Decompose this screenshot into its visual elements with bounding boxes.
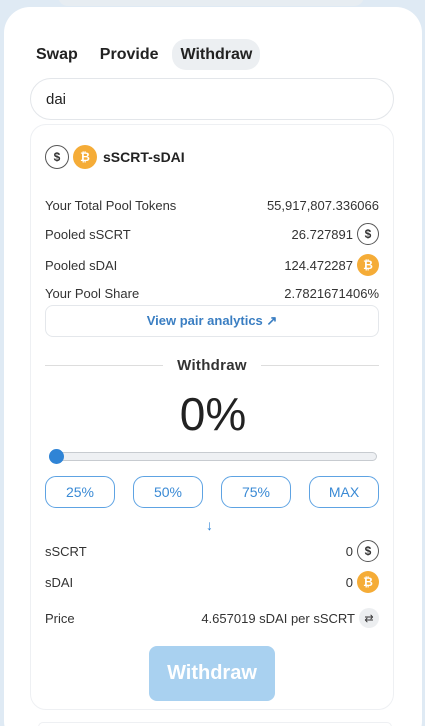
total-tokens-label: Your Total Pool Tokens	[45, 197, 177, 213]
quick-percent-buttons: 25% 50% 75% MAX	[45, 476, 379, 508]
search-input[interactable]	[30, 78, 394, 120]
dai-coin-icon: ₿	[73, 145, 97, 169]
withdraw-heading: Withdraw	[177, 356, 247, 374]
swap-direction-icon[interactable]: ⇄	[359, 608, 379, 628]
receive-scrt-label: sSCRT	[45, 543, 87, 559]
slider-thumb[interactable]	[49, 449, 64, 464]
tab-bar: Swap Provide Withdraw	[28, 39, 261, 71]
pooled-dai-label: Pooled sDAI	[45, 257, 118, 273]
dai-coin-icon: ₿	[357, 254, 379, 276]
pooled-scrt-label: Pooled sSCRT	[45, 226, 131, 242]
percent-50-button[interactable]: 50%	[133, 476, 203, 508]
receive-dai-row: sDAI 0 ₿	[45, 570, 379, 594]
top-bar	[58, 0, 364, 6]
pair-header: $ ₿ sSCRT-sDAI	[45, 145, 185, 169]
tab-withdraw[interactable]: Withdraw	[172, 39, 261, 70]
withdraw-divider: Withdraw	[45, 354, 380, 376]
pooled-scrt-row: Pooled sSCRT 26.727891 $	[45, 222, 379, 246]
pool-share-value: 2.7821671406%	[284, 285, 379, 301]
view-pair-analytics-link[interactable]: View pair analytics ↗	[45, 305, 379, 337]
pool-card: Swap Provide Withdraw $ ₿ sSCRT-sDAI You…	[4, 7, 422, 726]
pooled-scrt-value: 26.727891	[291, 226, 353, 242]
pooled-dai-value: 124.472287	[284, 257, 353, 273]
receive-scrt-value: 0	[345, 543, 353, 559]
withdraw-percent: 0%	[179, 388, 247, 440]
receive-dai-value: 0	[345, 574, 353, 590]
divider-line	[260, 364, 380, 366]
withdraw-slider[interactable]	[49, 447, 377, 466]
receive-dai-label: sDAI	[45, 574, 74, 590]
scrt-coin-icon: $	[45, 145, 69, 169]
price-label: Price	[45, 610, 75, 626]
pool-share-label: Your Pool Share	[45, 285, 140, 301]
slider-track[interactable]	[49, 452, 377, 461]
pool-share-row: Your Pool Share 2.7821671406%	[45, 281, 379, 305]
total-tokens-value: 55,917,807.336066	[266, 197, 379, 213]
percent-75-button[interactable]: 75%	[221, 476, 291, 508]
max-button[interactable]: MAX	[309, 476, 379, 508]
price-row: Price 4.657019 sDAI per sSCRT ⇄	[45, 606, 379, 630]
total-tokens-row: Your Total Pool Tokens 55,917,807.336066	[45, 193, 379, 217]
dai-coin-icon: ₿	[357, 571, 379, 593]
next-card-edge	[38, 722, 392, 726]
tab-swap[interactable]: Swap	[28, 39, 86, 70]
receive-scrt-row: sSCRT 0 $	[45, 539, 379, 563]
pooled-dai-row: Pooled sDAI 124.472287 ₿	[45, 253, 379, 277]
withdraw-button[interactable]: Withdraw	[149, 646, 275, 701]
scrt-coin-icon: $	[357, 540, 379, 562]
pair-name: sSCRT-sDAI	[103, 149, 185, 165]
percent-25-button[interactable]: 25%	[45, 476, 115, 508]
arrow-down-icon: ↓	[206, 517, 213, 533]
tab-provide[interactable]: Provide	[92, 39, 167, 70]
price-value: 4.657019 sDAI per sSCRT	[201, 610, 355, 626]
divider-line	[45, 364, 164, 366]
scrt-coin-icon: $	[357, 223, 379, 245]
pair-panel: $ ₿ sSCRT-sDAI Your Total Pool Tokens 55…	[30, 124, 394, 710]
